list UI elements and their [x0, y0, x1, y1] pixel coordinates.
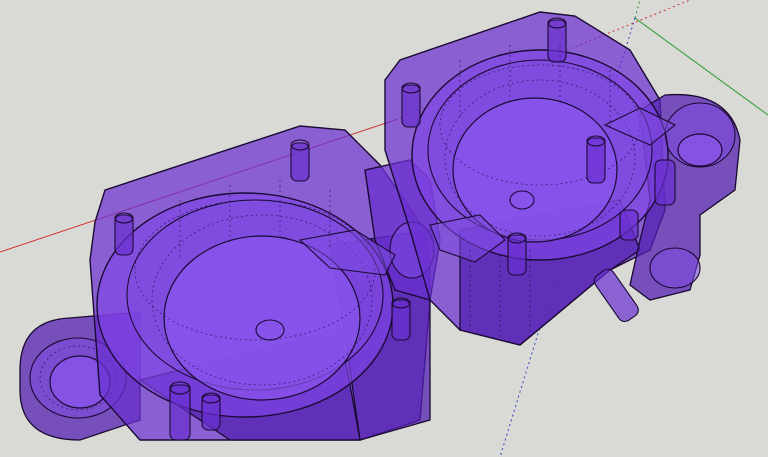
- pin-9: [201, 392, 221, 431]
- pin-11: [654, 159, 676, 206]
- green-axis-up: [634, 0, 641, 19]
- pin-3: [391, 297, 411, 341]
- pin-12: [619, 209, 639, 241]
- 3d-viewport[interactable]: [0, 0, 768, 457]
- pin-2: [114, 212, 134, 256]
- pin-7: [507, 232, 527, 276]
- pin-8: [169, 381, 191, 441]
- left-cup-ring[interactable]: [96, 192, 394, 418]
- pin-5: [547, 17, 567, 63]
- pin-4: [401, 82, 421, 128]
- pin-1: [290, 139, 310, 182]
- pin-6: [586, 135, 606, 184]
- model-canvas[interactable]: [0, 0, 768, 457]
